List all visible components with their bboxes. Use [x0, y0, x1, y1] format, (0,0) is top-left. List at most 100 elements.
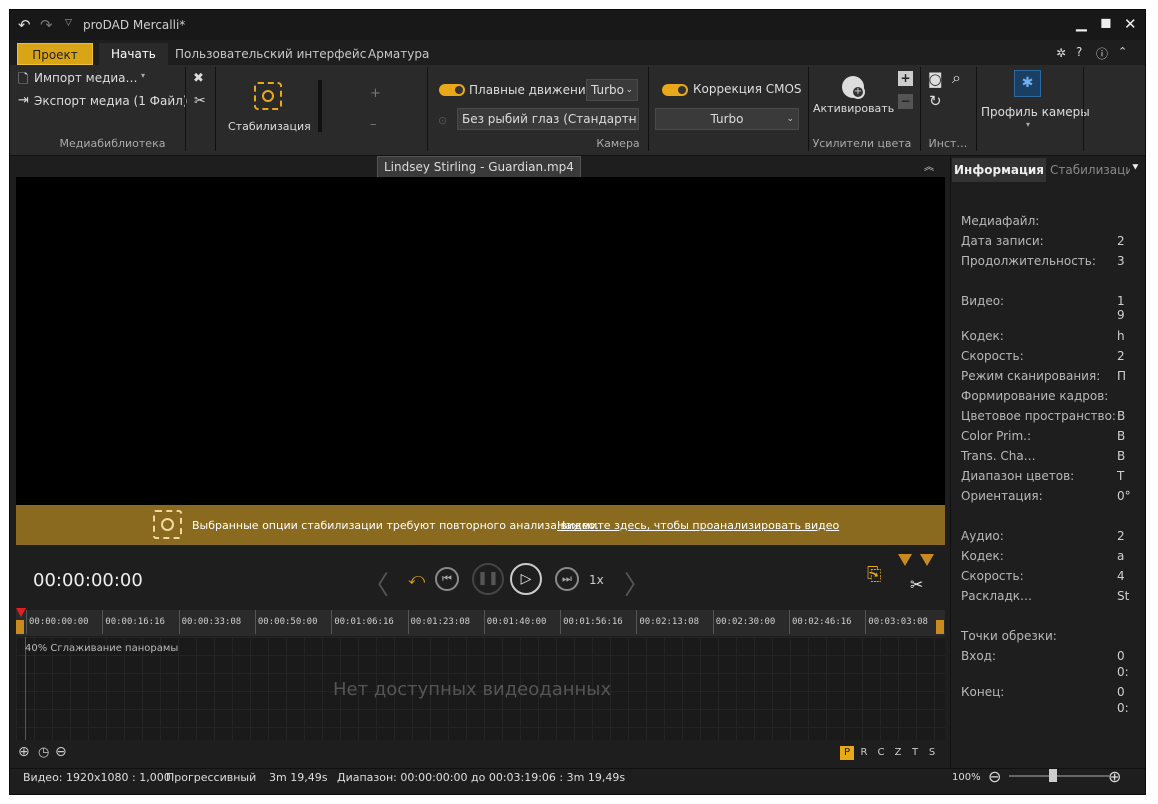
info-value: T — [1117, 469, 1125, 483]
info-value: 4 — [1117, 569, 1125, 583]
playback-speed[interactable]: 1x — [589, 573, 604, 587]
info-value: П — [1117, 369, 1127, 383]
minimize-button[interactable]: ▁ — [1076, 16, 1087, 32]
info-value: B — [1117, 409, 1126, 423]
camera-icon[interactable]: ◙ — [928, 70, 943, 88]
remove-media-icon[interactable]: ✖ — [193, 71, 204, 86]
timeline-end-handle[interactable] — [936, 620, 944, 634]
video-preview[interactable] — [16, 177, 945, 505]
zoom-in-icon[interactable]: ⊕ — [18, 744, 30, 760]
zoom-out-button[interactable]: ⊖ — [988, 767, 1001, 786]
zoom-out-icon[interactable]: ⊖ — [55, 744, 67, 760]
activate-color-icon[interactable]: + — [842, 76, 865, 99]
fisheye-select[interactable]: Без рыбий глаз (Стандартн… ⌄ — [457, 108, 639, 130]
stabilize-level-bar[interactable] — [318, 80, 322, 132]
redo-icon[interactable]: ↷ — [40, 16, 53, 34]
collapse-ribbon-icon[interactable]: ⌃ — [1118, 45, 1127, 58]
maximize-button[interactable]: ◼ — [1100, 15, 1112, 31]
prev-chevron-icon[interactable]: 〈 — [363, 565, 389, 602]
undo-icon[interactable]: ↶ — [18, 16, 31, 34]
step-forward-button[interactable]: ⏭ — [555, 567, 579, 591]
info-value: 9 — [1117, 308, 1125, 322]
lightbulb-icon[interactable]: ✲ — [1056, 46, 1066, 60]
timeline-track[interactable]: 40% Сглаживание панорамы Нет доступных в… — [16, 637, 945, 740]
export-media-button[interactable]: Экспорт медиа (1 Файл) — [34, 94, 188, 108]
smooth-mode-select[interactable]: Turbo ⌄ — [586, 79, 638, 101]
info-label: Скорость: — [961, 349, 1024, 363]
mode-c-button[interactable]: C — [874, 747, 888, 758]
profile-dropdown-icon[interactable]: ▾ — [1026, 120, 1030, 129]
timeline-start-handle[interactable] — [16, 620, 24, 634]
info-label: Раскладк… — [961, 589, 1033, 603]
trim-scissors-icon[interactable]: ✂ — [910, 575, 923, 594]
info-label: Режим сканирования: — [961, 369, 1101, 383]
remove-color-icon[interactable]: − — [898, 94, 913, 109]
tab-armature[interactable]: Арматура — [356, 43, 441, 65]
decrease-button[interactable]: – — [370, 117, 377, 132]
increase-button[interactable]: + — [370, 86, 381, 101]
camera-profile-button[interactable]: Профиль камеры — [981, 105, 1090, 119]
step-back-button[interactable]: ⏮ — [435, 567, 459, 591]
panel-menu-icon[interactable]: ⯆ — [1131, 161, 1140, 175]
timeline-ruler[interactable]: 00:00:00:00 00:00:16:16 00:00:33:08 00:00:5… — [16, 610, 945, 636]
stabilization-label[interactable]: Стабилизация — [228, 120, 311, 133]
info-label: Trans. Cha… — [961, 449, 1036, 463]
mode-t-button[interactable]: T — [908, 747, 922, 758]
add-color-icon[interactable]: + — [898, 71, 913, 86]
title-bar: ↶ ↷ ▽ proDAD Mercalli* ▁ ◼ ✕ — [10, 10, 1145, 40]
timeline-tick-label: 00:01:23:08 — [407, 610, 470, 634]
info-value: 3 — [1117, 254, 1125, 268]
tab-start[interactable]: Начать — [99, 43, 168, 65]
info-label: Точки обрезки: — [961, 629, 1057, 643]
timeline-tick-label: 00:00:16:16 — [102, 610, 165, 634]
marker-out-icon[interactable] — [920, 554, 934, 566]
next-chevron-icon[interactable]: 〉 — [624, 565, 650, 602]
smooth-motion-toggle[interactable] — [439, 84, 465, 96]
tools-label: Инст… — [928, 137, 968, 150]
playhead-marker[interactable] — [16, 608, 26, 617]
export-frame-icon[interactable]: ⎘ — [867, 564, 881, 585]
zoom-icon[interactable]: ⌕ — [952, 68, 961, 88]
refresh-icon[interactable]: ↻ — [929, 92, 942, 110]
cmos-mode-select[interactable]: Turbo ⌄ — [655, 108, 799, 130]
collapse-preview-icon[interactable]: ︽ — [924, 158, 934, 173]
help-icon[interactable]: ? — [1076, 45, 1082, 59]
stabilize-icon[interactable] — [254, 82, 282, 110]
close-button[interactable]: ✕ — [1124, 15, 1137, 33]
clock-icon[interactable]: ◷ — [38, 745, 49, 760]
tab-stabilization[interactable]: Стабилизаци — [1050, 158, 1130, 182]
timeline-tick-label: 00:01:40:00 — [483, 610, 546, 634]
tab-project[interactable]: Проект — [17, 43, 93, 65]
analyze-video-link[interactable]: Нажмите здесь, чтобы проанализировать ви… — [557, 519, 839, 532]
status-duration: 3m 19,49s — [269, 771, 328, 784]
zoom-slider-thumb[interactable] — [1049, 769, 1057, 782]
import-media-button[interactable]: Импорт медиа… — [34, 71, 138, 85]
zoom-in-button[interactable]: ⊕ — [1108, 767, 1121, 786]
cut-icon[interactable]: ✂ — [194, 93, 206, 109]
info-value: St — [1117, 589, 1130, 603]
import-dropdown-icon[interactable]: ▾ — [141, 71, 145, 80]
info-label: Формирование кадров: — [961, 389, 1109, 403]
pause-button[interactable]: ❚❚ — [472, 563, 504, 595]
track-label: 40% Сглаживание панорамы — [25, 643, 179, 654]
play-button[interactable]: ▷ — [510, 563, 542, 595]
zoom-slider[interactable] — [1009, 769, 1109, 782]
timeline-tick-label: 00:03:03:08 — [865, 610, 928, 634]
info-value: 0: — [1117, 701, 1129, 715]
mode-r-button[interactable]: R — [857, 747, 871, 758]
mode-s-button[interactable]: S — [925, 747, 939, 758]
mode-z-button[interactable]: Z — [891, 747, 905, 758]
mode-p-button[interactable]: P — [840, 746, 854, 760]
quick-access-dropdown-icon[interactable]: ▽ — [65, 18, 72, 28]
tab-user-interface[interactable]: Пользовательский интерфейс — [163, 43, 378, 65]
tab-information[interactable]: Информация — [952, 158, 1046, 182]
cmos-toggle[interactable] — [662, 84, 688, 96]
info-value: 2 — [1117, 349, 1125, 363]
marker-in-icon[interactable] — [898, 554, 912, 566]
loop-icon[interactable]: ⤺ — [408, 569, 425, 589]
info-icon[interactable]: ⓘ — [1096, 45, 1108, 62]
file-tab[interactable]: Lindsey Stirling - Guardian.mp4 — [377, 156, 581, 177]
camera-profile-icon[interactable]: ✱ — [1014, 70, 1041, 97]
activate-button[interactable]: Активировать — [813, 102, 894, 115]
info-value: 0 — [1117, 649, 1125, 663]
